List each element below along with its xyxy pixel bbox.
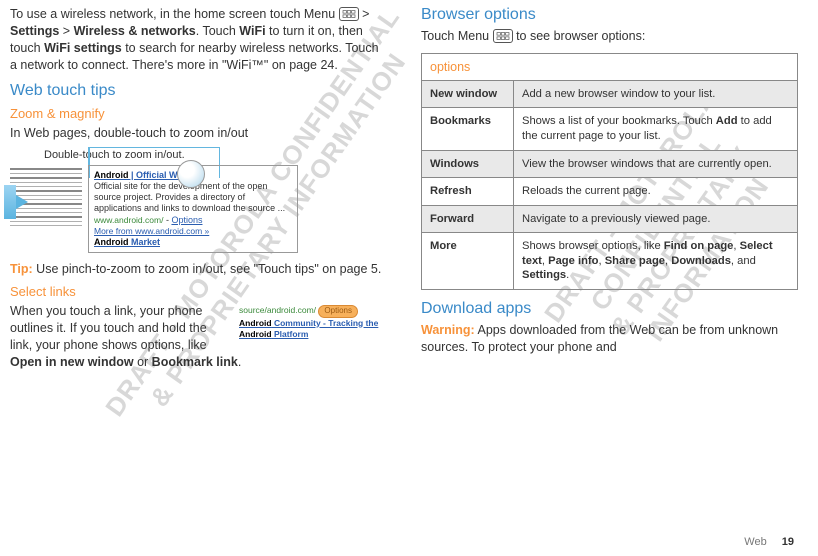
link-example: source/android.com/ Options Android Comm…: [239, 305, 387, 339]
search-result-card: Android | Official Website Official site…: [88, 165, 298, 254]
table-row: New windowAdd a new browser window to yo…: [422, 80, 798, 108]
menu-icon: [493, 29, 513, 43]
browser-menu-text: Touch Menu to see browser options:: [421, 28, 798, 45]
zoom-text: In Web pages, double-touch to zoom in/ou…: [10, 125, 387, 142]
options-table: options New windowAdd a new browser wind…: [421, 53, 798, 290]
zoom-diagram: Android | Official Website Official site…: [10, 165, 387, 254]
table-row: ForwardNavigate to a previously viewed p…: [422, 205, 798, 233]
magnifier-icon: [177, 160, 205, 188]
menu-icon: [339, 7, 359, 21]
heading-download-apps: Download apps: [421, 300, 798, 318]
page-footer: Web 19: [744, 536, 794, 548]
table-row: BookmarksShows a list of your bookmarks.…: [422, 108, 798, 150]
heading-select-links: Select links: [10, 284, 387, 299]
table-row: MoreShows browser options, like Find on …: [422, 233, 798, 290]
footer-page: 19: [782, 536, 794, 548]
options-table-header: options: [422, 53, 798, 80]
right-column: Browser options Touch Menu to see browse…: [421, 6, 798, 377]
tip-text: Tip: Use pinch-to-zoom to zoom in/out, s…: [10, 261, 387, 278]
zoom-arrow-icon: [4, 185, 16, 219]
warning-text: Warning: Apps downloaded from the Web ca…: [421, 322, 798, 356]
heading-zoom-magnify: Zoom & magnify: [10, 106, 387, 121]
table-row: RefreshReloads the current page.: [422, 178, 798, 206]
left-column: To use a wireless network, in the home s…: [10, 6, 387, 377]
heading-web-touch-tips: Web touch tips: [10, 82, 387, 100]
intro-paragraph: To use a wireless network, in the home s…: [10, 6, 387, 74]
table-row: WindowsView the browser windows that are…: [422, 150, 798, 178]
heading-browser-options: Browser options: [421, 6, 798, 24]
footer-section: Web: [744, 536, 766, 548]
